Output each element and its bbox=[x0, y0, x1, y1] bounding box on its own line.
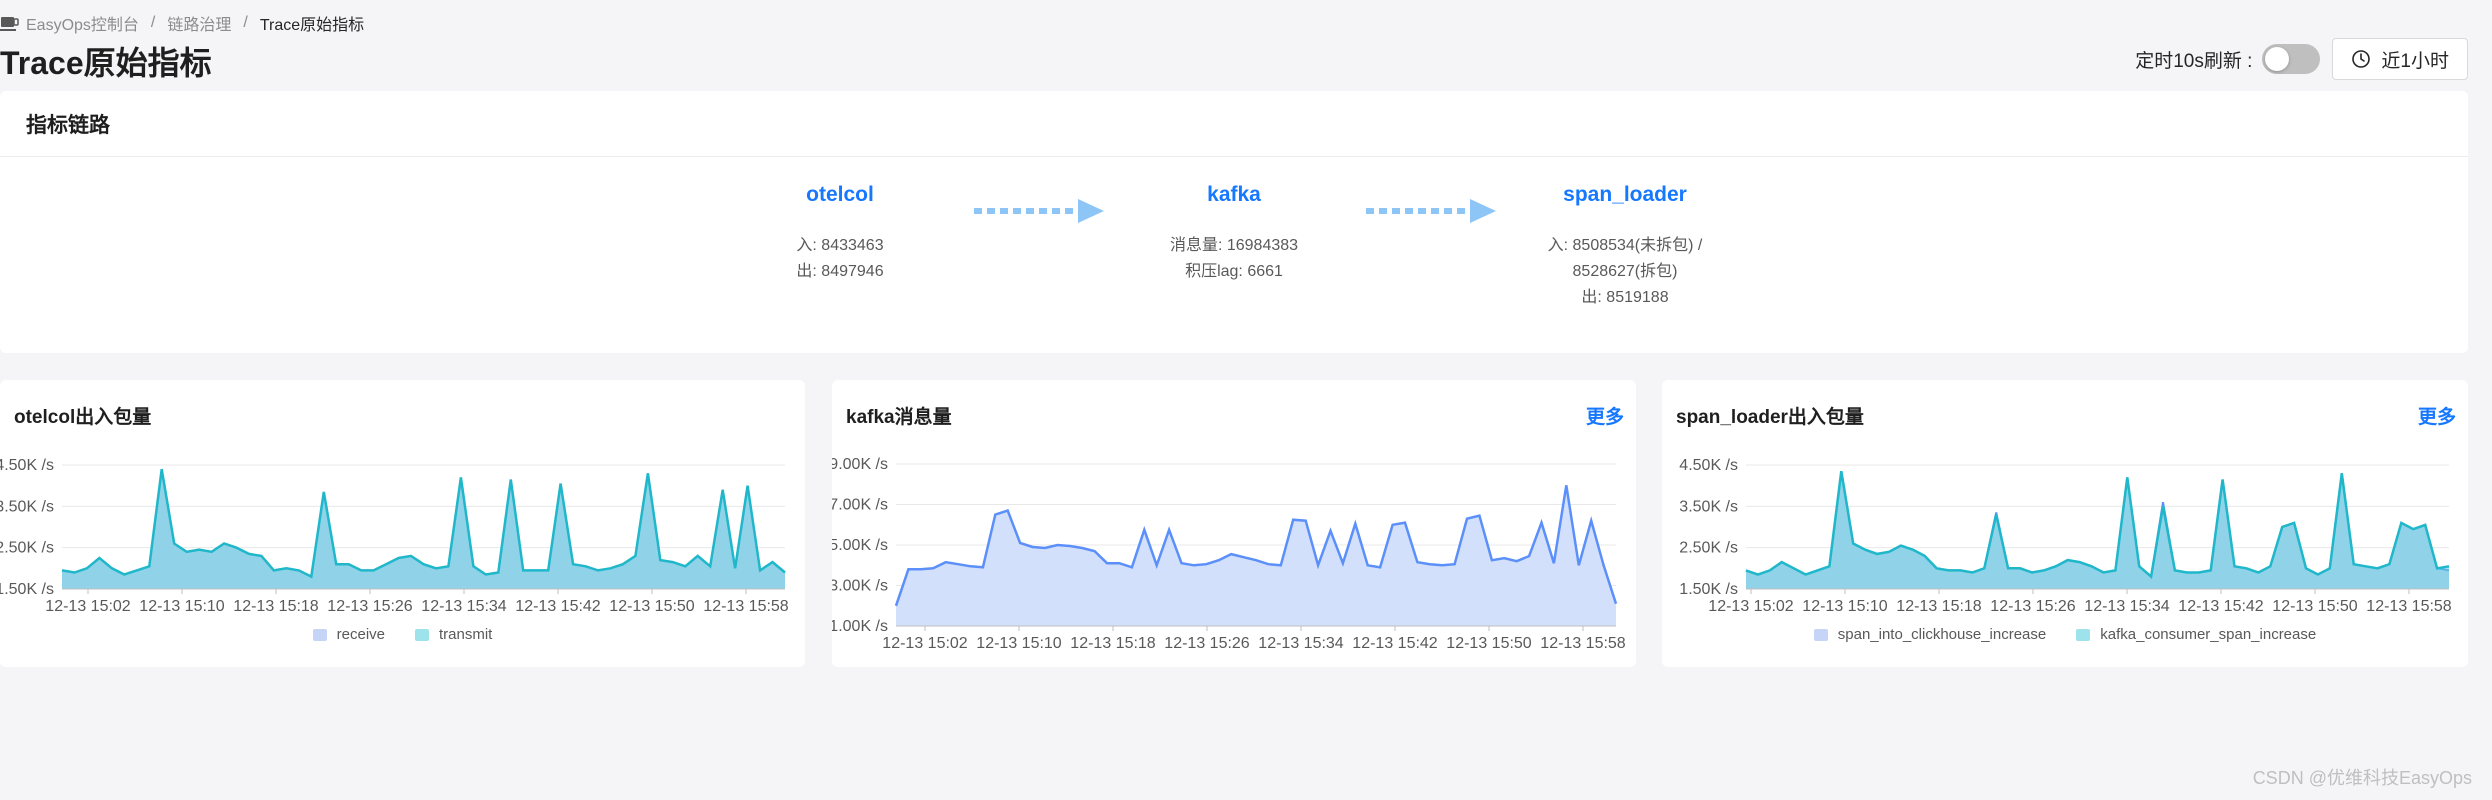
breadcrumb-item-console[interactable]: EasyOps控制台 bbox=[26, 11, 139, 35]
legend-item-transmit[interactable]: transmit bbox=[415, 626, 492, 643]
y-tick-label: 1.00K /s bbox=[832, 618, 888, 635]
node-name-span-loader[interactable]: span_loader bbox=[1525, 183, 1725, 207]
x-tick-label: 12-13 15:18 bbox=[1070, 635, 1156, 652]
kafka-chart-card: 1.00K /s 3.00K /s 5.00K /s 7.00K /s 9.00K /s… bbox=[832, 380, 1636, 667]
breadcrumb-separator: / bbox=[150, 14, 156, 31]
x-tick-label: 12-13 15:34 bbox=[1258, 635, 1344, 652]
x-tick-label: 12-13 15:10 bbox=[1802, 598, 1888, 615]
legend-label: transmit bbox=[439, 626, 493, 643]
legend-swatch bbox=[312, 628, 327, 641]
x-tick-label: 12-13 15:10 bbox=[139, 598, 225, 615]
x-tick-label: 12-13 15:26 bbox=[1990, 598, 2076, 615]
y-tick-label: 5.00K /s bbox=[832, 537, 888, 554]
x-tick-label: 12-13 15:42 bbox=[1352, 635, 1438, 652]
kafka-chart: 1.00K /s 3.00K /s 5.00K /s 7.00K /s 9.00K /s… bbox=[832, 456, 1626, 652]
x-tick-label: 12-13 15:18 bbox=[1896, 598, 1982, 615]
legend-label: span_into_clickhouse_increase bbox=[1837, 626, 2047, 643]
legend-label: receive bbox=[336, 626, 385, 643]
y-tick-label: 3.00K /s bbox=[832, 578, 888, 595]
legend-label: kafka_consumer_span_increase bbox=[2100, 626, 2317, 643]
x-tick-label: 12-13 15:02 bbox=[882, 635, 968, 652]
node-kafka: kafka 消息量: 16984383 积压lag: 6661 bbox=[1134, 183, 1334, 285]
node-otelcol: otelcol 入: 8433463 出: 8497946 bbox=[740, 183, 940, 285]
toggle-knob bbox=[2265, 47, 2290, 71]
metric-link-panel: 指标链路 otelcol 入: 8433463 出: 8497946 kafka… bbox=[0, 91, 2468, 353]
legend-item-receive[interactable]: receive bbox=[312, 626, 385, 643]
breadcrumb: EasyOps控制台 / 链路治理 / Trace原始指标 bbox=[0, 12, 364, 34]
node-name-otelcol[interactable]: otelcol bbox=[740, 183, 940, 207]
x-tick-label: 12-13 15:50 bbox=[609, 598, 695, 615]
y-tick-label: 1.50K /s bbox=[1679, 581, 1738, 598]
y-tick-label: 2.50K /s bbox=[0, 540, 54, 557]
metric-link-title: 指标链路 bbox=[0, 91, 2468, 157]
x-tick-label: 12-13 15:10 bbox=[976, 635, 1062, 652]
series-area-1 bbox=[62, 469, 785, 589]
flow-arrow-icon bbox=[1366, 199, 1496, 223]
x-tick-label: 12-13 15:50 bbox=[2272, 598, 2358, 615]
y-tick-label: 2.50K /s bbox=[1679, 540, 1738, 557]
easyops-logo-icon bbox=[0, 14, 20, 32]
node-otelcol-out: 出: 8497946 bbox=[796, 263, 884, 280]
x-tick-label: 12-13 15:18 bbox=[233, 598, 319, 615]
time-range-label: 近1小时 bbox=[2381, 50, 2449, 72]
x-tick-label: 12-13 15:02 bbox=[45, 598, 131, 615]
kafka-more-link[interactable]: 更多 bbox=[1586, 402, 1624, 429]
otelcol-legend: receive transmit bbox=[0, 626, 805, 643]
legend-swatch bbox=[1813, 628, 1828, 641]
node-span-loader-in: 入: 8508534(未拆包) / bbox=[1547, 237, 1703, 254]
node-span-loader-out: 出: 8519188 bbox=[1581, 289, 1669, 306]
x-tick-label: 12-13 15:34 bbox=[421, 598, 507, 615]
y-tick-label: 4.50K /s bbox=[1679, 457, 1738, 474]
breadcrumb-separator: / bbox=[243, 14, 248, 31]
y-tick-label: 7.00K /s bbox=[832, 497, 888, 514]
node-kafka-lag: 积压lag: 6661 bbox=[1185, 263, 1283, 280]
x-tick-label: 12-13 15:02 bbox=[1708, 598, 1794, 615]
breadcrumb-item-trace-governance[interactable]: 链路治理 bbox=[167, 11, 231, 35]
auto-refresh-toggle[interactable] bbox=[2262, 44, 2321, 74]
x-tick-label: 12-13 15:26 bbox=[1164, 635, 1250, 652]
watermark: CSDN @优维科技EasyOps bbox=[2252, 768, 2472, 788]
node-span-loader: span_loader 入: 8508534(未拆包) / 8528627(拆包… bbox=[1525, 183, 1725, 311]
clock-icon bbox=[2351, 49, 2371, 69]
y-tick-label: 3.50K /s bbox=[1679, 498, 1738, 515]
node-name-kafka[interactable]: kafka bbox=[1134, 183, 1334, 207]
otelcol-chart-title: otelcol出入包量 bbox=[14, 407, 152, 428]
x-tick-label: 12-13 15:34 bbox=[2084, 598, 2170, 615]
span-loader-chart-card: 1.50K /s 2.50K /s 3.50K /s 4.50K /s 12-13 15… bbox=[1662, 380, 2468, 667]
legend-item-kafka-consumer-span[interactable]: kafka_consumer_span_increase bbox=[2076, 626, 2316, 643]
legend-swatch bbox=[415, 628, 429, 641]
span-loader-legend: span_into_clickhouse_increase kafka_cons… bbox=[1662, 626, 2468, 643]
node-kafka-messages: 消息量: 16984383 bbox=[1169, 237, 1299, 254]
series-area-0 bbox=[896, 485, 1616, 626]
x-tick-label: 12-13 15:58 bbox=[703, 598, 789, 615]
y-tick-label: 9.00K /s bbox=[832, 456, 888, 473]
flow-arrow-icon bbox=[974, 199, 1104, 223]
node-span-loader-in-unpacked: 8528627(拆包) bbox=[1572, 263, 1678, 280]
x-tick-label: 12-13 15:58 bbox=[1540, 635, 1626, 652]
time-range-button[interactable]: 近1小时 bbox=[2332, 38, 2468, 80]
x-tick-label: 12-13 15:50 bbox=[1446, 635, 1532, 652]
y-tick-label: 4.50K /s bbox=[0, 457, 54, 474]
x-tick-label: 12-13 15:26 bbox=[327, 598, 413, 615]
breadcrumb-item-current: Trace原始指标 bbox=[259, 17, 365, 34]
x-tick-label: 12-13 15:42 bbox=[515, 598, 601, 615]
page-title: Trace原始指标 bbox=[0, 45, 212, 81]
legend-item-span-into-clickhouse[interactable]: span_into_clickhouse_increase bbox=[1813, 626, 2047, 643]
x-tick-label: 12-13 15:42 bbox=[2178, 598, 2264, 615]
auto-refresh-label: 定时10s刷新 : bbox=[2135, 50, 2253, 72]
kafka-chart-title: kafka消息量 bbox=[846, 407, 952, 428]
y-tick-label: 1.50K /s bbox=[0, 581, 54, 598]
x-tick-label: 12-13 15:58 bbox=[2366, 598, 2452, 615]
span-loader-more-link[interactable]: 更多 bbox=[2418, 402, 2456, 429]
toolbar: 定时10s刷新 : 近1小时 bbox=[2135, 38, 2468, 80]
span-loader-chart-title: span_loader出入包量 bbox=[1676, 407, 1864, 428]
legend-swatch bbox=[2076, 628, 2091, 641]
otelcol-chart-card: 1.50K /s 2.50K /s 3.50K /s 4.50K /s 12-13 15… bbox=[0, 380, 805, 667]
y-tick-label: 3.50K /s bbox=[0, 498, 54, 515]
node-otelcol-in: 入: 8433463 bbox=[796, 237, 884, 254]
